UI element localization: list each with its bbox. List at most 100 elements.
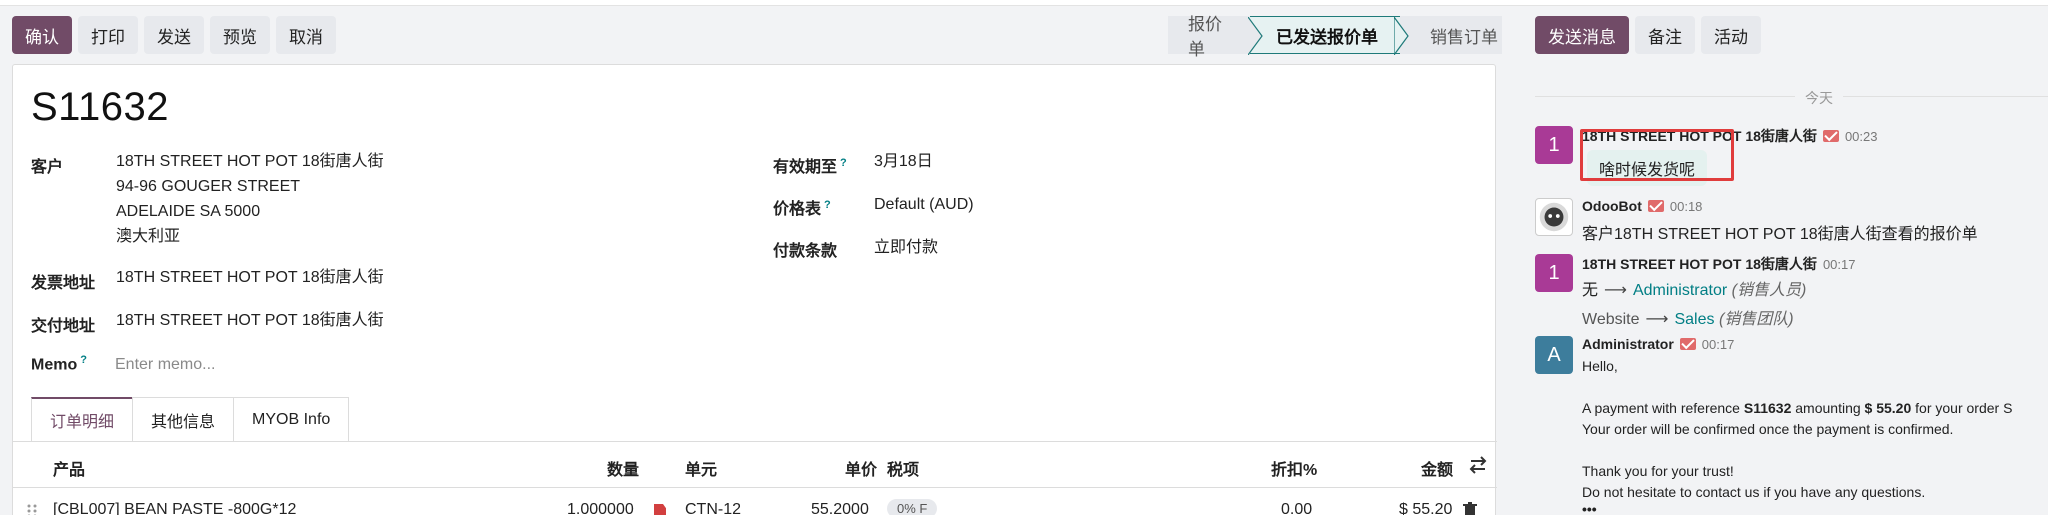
mail-greeting: Hello,: [1582, 358, 1618, 374]
status-bar: 报价单 已发送报价单 销售订单: [1168, 15, 1502, 59]
tab-myob-info[interactable]: MYOB Info: [233, 397, 350, 441]
date-separator-line: [1535, 96, 2048, 97]
column-unit[interactable]: 单元: [685, 456, 717, 480]
old-value: Website: [1582, 311, 1640, 328]
preview-button[interactable]: 预览: [210, 16, 270, 54]
help-icon[interactable]: ?: [80, 354, 87, 366]
validity-label-text: 有效期至: [773, 159, 838, 176]
app-root: 确认 打印 发送 预览 取消 报价单 已发送报价单 销售订单 S11632 客户…: [0, 0, 2048, 515]
message-time: 00:17: [1822, 256, 1856, 272]
validity-field[interactable]: 3月18日: [874, 149, 933, 174]
tracking-change-team: Website ⟶ Sales (销售团队): [1582, 305, 1794, 329]
customer-street: 94-96 GOUGER STREET: [116, 178, 301, 195]
log-note-button[interactable]: 备注: [1635, 16, 1695, 54]
customer-country: 澳大利亚: [116, 228, 181, 245]
message-author[interactable]: OdooBot: [1582, 198, 1642, 214]
message-body: 客户18TH STREET HOT POT 18街唐人街查看的报价单: [1582, 226, 1978, 243]
avatar[interactable]: 1: [1535, 126, 1573, 164]
highlight-box: [1580, 129, 1734, 181]
order-lines-header: 产品 数量 单元 单价 税项 折扣% 金额: [13, 442, 1497, 488]
send-message-button[interactable]: 发送消息: [1535, 16, 1629, 54]
optional-columns-icon[interactable]: [1469, 456, 1487, 474]
field-name: (销售团队): [1718, 311, 1794, 328]
memo-input[interactable]: Enter memo...: [115, 356, 215, 374]
forecast-icon[interactable]: [653, 502, 669, 515]
message-time: 00:18: [1669, 198, 1703, 214]
new-value: Sales: [1674, 311, 1715, 328]
line-amount: $ 55.20: [1399, 501, 1453, 515]
pricelist-label-text: 价格表: [773, 201, 822, 218]
invoice-address-field[interactable]: 18TH STREET HOT POT 18街唐人街: [116, 265, 384, 290]
message-item: A Administrator 00:17 Hello, A payment w…: [1535, 336, 2048, 515]
column-quantity[interactable]: 数量: [607, 456, 639, 480]
validity-label: 有效期至?: [773, 153, 847, 177]
status-stage-quotation-sent[interactable]: 已发送报价单: [1248, 16, 1409, 55]
help-icon[interactable]: ?: [840, 157, 847, 169]
line-quantity[interactable]: 1.000000: [567, 501, 634, 515]
message-time: 00:23: [1844, 128, 1878, 144]
stage-separator-icon: [1248, 17, 1263, 55]
status-stage-label: 报价单: [1188, 15, 1222, 59]
line-tax-badge[interactable]: 0% F: [887, 499, 938, 515]
invoice-address-label: 发票地址: [31, 275, 96, 292]
column-unit-price[interactable]: 单价: [845, 456, 877, 480]
payment-terms-label: 付款条款: [773, 243, 838, 260]
line-discount[interactable]: 0.00: [1281, 501, 1312, 515]
confirm-button[interactable]: 确认: [12, 16, 72, 54]
memo-label-text: Memo: [31, 356, 78, 374]
table-row[interactable]: [CBL007] BEAN PASTE -800G*12 1.000000 CT…: [13, 489, 1497, 515]
form-toolbar: 确认 打印 发送 预览 取消: [12, 16, 336, 54]
customer-field[interactable]: 18TH STREET HOT POT 18街唐人街 94-96 GOUGER …: [116, 149, 384, 249]
memo-label: Memo?: [31, 354, 87, 374]
activity-button[interactable]: 活动: [1701, 16, 1761, 54]
customer-name: 18TH STREET HOT POT 18街唐人街: [116, 153, 384, 170]
message-author[interactable]: 18TH STREET HOT POT 18街唐人街: [1582, 254, 1817, 274]
mail-line-contact: Do not hesitate to contact us if you hav…: [1582, 484, 1926, 500]
delivery-address-label: 交付地址: [31, 318, 96, 335]
delivery-address-field[interactable]: 18TH STREET HOT POT 18街唐人街: [116, 308, 384, 333]
status-stage-quotation[interactable]: 报价单: [1168, 15, 1250, 59]
column-product[interactable]: 产品: [53, 456, 85, 480]
cancel-button[interactable]: 取消: [276, 16, 336, 54]
pricelist-label: 价格表?: [773, 195, 831, 219]
mail-amount: $ 55.20: [1864, 400, 1912, 416]
chatter-toolbar: 发送消息 备注 活动: [1535, 16, 1761, 54]
customer-label: 客户: [31, 159, 64, 176]
tab-other-info[interactable]: 其他信息: [132, 397, 235, 441]
email-icon: [1679, 338, 1696, 350]
column-taxes[interactable]: 税项: [887, 456, 919, 480]
line-unit-price[interactable]: 55.2000: [811, 501, 869, 515]
avatar[interactable]: 1: [1535, 254, 1573, 292]
send-button[interactable]: 发送: [144, 16, 204, 54]
old-value: 无: [1582, 282, 1599, 299]
avatar[interactable]: A: [1535, 336, 1573, 374]
message-author[interactable]: Administrator: [1582, 336, 1674, 352]
customer-city: ADELAIDE SA 5000: [116, 203, 261, 220]
column-amount[interactable]: 金额: [1421, 456, 1453, 480]
line-unit[interactable]: CTN-12: [685, 501, 741, 515]
payment-terms-field[interactable]: 立即付款: [874, 235, 938, 260]
mail-text: amounting: [1791, 400, 1865, 416]
odoobot-avatar-icon[interactable]: [1535, 198, 1573, 236]
drag-handle-icon[interactable]: [27, 503, 37, 515]
message-item: 1 18TH STREET HOT POT 18街唐人街 00:17 无 ⟶ Adm…: [1535, 254, 2048, 328]
help-icon[interactable]: ?: [824, 199, 831, 211]
more-icon[interactable]: •••: [1582, 501, 1597, 515]
line-product[interactable]: [CBL007] BEAN PASTE -800G*12: [53, 501, 296, 515]
email-icon: [1647, 200, 1664, 212]
mail-reference: S11632: [1743, 400, 1792, 416]
form-sheet: S11632 客户 18TH STREET HOT POT 18街唐人街 94-…: [12, 64, 1497, 515]
field-name: (销售人员): [1731, 282, 1807, 299]
mail-line-payment: A payment with reference S11632 amountin…: [1582, 400, 2012, 416]
date-separator: 今天: [1535, 88, 2048, 108]
mail-text: for your order S: [1911, 400, 2013, 416]
pricelist-field[interactable]: Default (AUD): [874, 192, 974, 217]
tracking-change-salesperson: 无 ⟶ Administrator (销售人员): [1582, 276, 1806, 300]
message-time: 00:17: [1701, 336, 1735, 352]
message-item: OdooBot 00:18 客户18TH STREET HOT POT 18街唐…: [1535, 198, 2048, 243]
trash-icon[interactable]: [1463, 502, 1477, 515]
print-button[interactable]: 打印: [78, 16, 138, 54]
status-stage-sales-order[interactable]: 销售订单: [1400, 16, 1502, 54]
column-discount[interactable]: 折扣%: [1271, 456, 1317, 480]
tab-order-lines[interactable]: 订单明细: [31, 397, 134, 441]
